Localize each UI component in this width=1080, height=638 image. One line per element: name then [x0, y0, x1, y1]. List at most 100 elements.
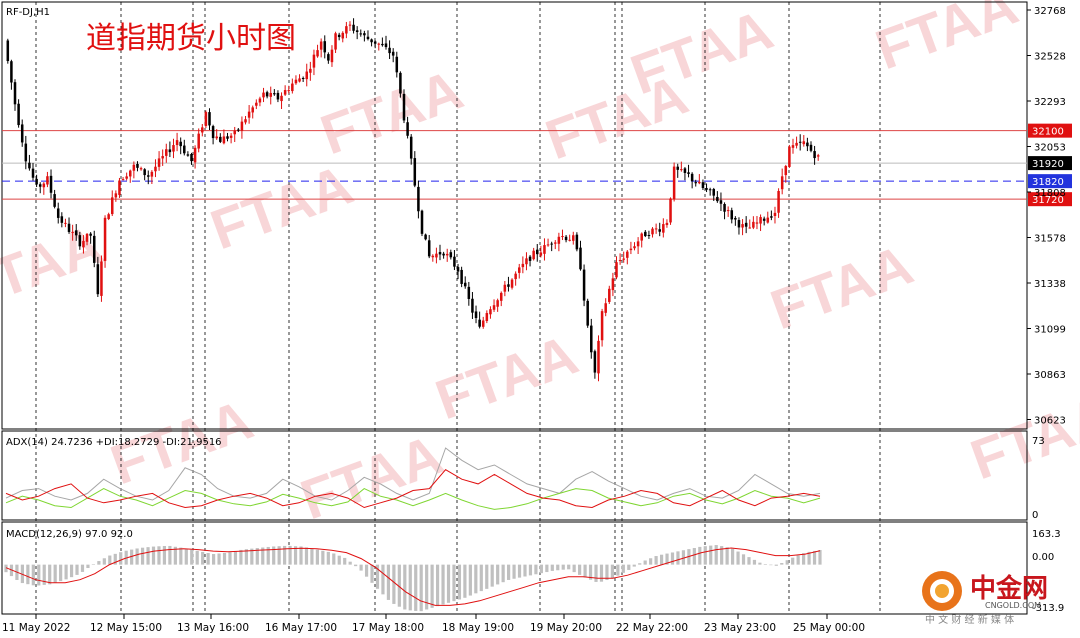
adx-tick-label: 0	[1032, 510, 1038, 521]
macd-histogram-bar	[310, 548, 314, 565]
candle-body	[669, 198, 672, 223]
candle-body	[35, 178, 38, 185]
candle-body	[806, 142, 809, 147]
macd-histogram-bar	[102, 558, 106, 565]
candle-body	[60, 216, 64, 223]
macd-histogram-bar	[567, 564, 571, 570]
candle-body	[125, 176, 128, 179]
candle-body	[384, 43, 388, 48]
macd-histogram-bar	[168, 545, 172, 565]
candle-body	[121, 179, 125, 181]
candle-body	[341, 32, 345, 39]
candle-body	[381, 43, 384, 46]
candle-body	[92, 235, 96, 263]
watermark-text: FTAA	[428, 322, 586, 431]
candle-body	[143, 169, 146, 176]
candle-body	[730, 210, 734, 220]
macd-histogram-bar	[222, 552, 227, 565]
candle-body	[507, 284, 510, 287]
candle-body	[712, 189, 716, 196]
chart-canvas: FTAAFTAAFTAAFTAAFTAAFTAAFTAAFTAAFTAAFTAA…	[0, 0, 1080, 634]
candle-body	[654, 228, 658, 230]
macd-histogram-bar	[244, 549, 248, 565]
candle-body	[694, 182, 697, 184]
candle-body	[467, 286, 471, 299]
candle-body	[172, 145, 175, 152]
candle-body	[269, 92, 272, 97]
watermark-text: FTAA	[293, 422, 451, 531]
candle-body	[391, 51, 395, 56]
time-tick-label: 13 May 16:00	[177, 622, 249, 634]
candle-body	[147, 175, 150, 177]
watermark-text: FTAA	[963, 382, 1080, 491]
candle-body	[672, 166, 676, 200]
macd-histogram-bar	[435, 564, 440, 607]
macd-histogram-bar	[48, 564, 52, 585]
time-tick-label: 18 May 19:00	[442, 622, 514, 634]
candle-body	[809, 144, 813, 151]
candle-body	[683, 168, 687, 173]
candle-body	[226, 136, 229, 139]
candle-body	[698, 181, 701, 184]
candle-body	[82, 240, 85, 248]
candle-body	[474, 311, 478, 319]
macd-histogram-bar	[698, 546, 702, 565]
macd-histogram-bar	[31, 564, 35, 586]
candle-body	[427, 240, 431, 257]
candle-body	[453, 256, 456, 267]
macd-histogram-bar	[659, 554, 664, 565]
candle-body	[237, 129, 240, 131]
candle-body	[53, 194, 56, 207]
candle-body	[406, 122, 409, 136]
logo-url: CNGOLD.COM	[985, 601, 1041, 610]
candle-body	[24, 143, 28, 162]
candle-body	[748, 227, 752, 229]
candle-body	[276, 92, 280, 100]
candle-body	[543, 245, 546, 254]
candle-body	[795, 142, 798, 146]
macd-histogram-bar	[616, 564, 620, 576]
candle-body	[208, 112, 211, 126]
candle-body	[283, 90, 287, 95]
candle-body	[741, 224, 744, 228]
macd-histogram-bar	[730, 548, 735, 565]
macd-histogram-bar	[348, 561, 352, 565]
candle-body	[352, 24, 355, 31]
time-tick-label: 22 May 22:00	[616, 622, 688, 634]
macd-histogram-bar	[583, 564, 587, 578]
candle-body	[575, 234, 579, 250]
candle-body	[662, 224, 665, 233]
macd-histogram-bar	[534, 564, 538, 575]
macd-histogram-bar	[304, 547, 309, 565]
price-tick-label: 31099	[1034, 325, 1066, 336]
macd-histogram-bar	[233, 551, 238, 565]
candle-body	[557, 236, 561, 244]
candle-body	[744, 222, 748, 227]
candle-body	[604, 303, 607, 313]
level-price-label: 31820	[1032, 177, 1064, 188]
candle-body	[229, 135, 233, 138]
candle-body	[49, 175, 53, 193]
candle-body	[377, 43, 381, 45]
candle-body	[705, 188, 708, 190]
macd-histogram-bar	[741, 554, 746, 565]
candle-body	[150, 171, 154, 177]
candle-body	[784, 166, 788, 176]
macd-histogram-bar	[184, 548, 188, 565]
candle-body	[190, 154, 193, 162]
macd-histogram-bar	[528, 564, 533, 576]
candle-body	[618, 260, 622, 262]
macd-histogram-bar	[343, 557, 347, 565]
macd-histogram-bar	[490, 564, 494, 587]
macd-histogram-bar	[179, 547, 183, 565]
macd-histogram-bar	[201, 551, 205, 565]
candle-body	[240, 121, 244, 131]
macd-histogram-bar	[146, 547, 150, 565]
macd-histogram-bar	[621, 564, 625, 573]
logo: 中金网 CNGOLD.COM 中 文 财 经 新 媒 体	[922, 571, 1048, 626]
candle-body	[582, 269, 586, 301]
macd-histogram-bar	[59, 564, 63, 582]
candle-body	[215, 136, 218, 139]
candle-body	[413, 158, 417, 186]
candle-body	[154, 166, 157, 172]
